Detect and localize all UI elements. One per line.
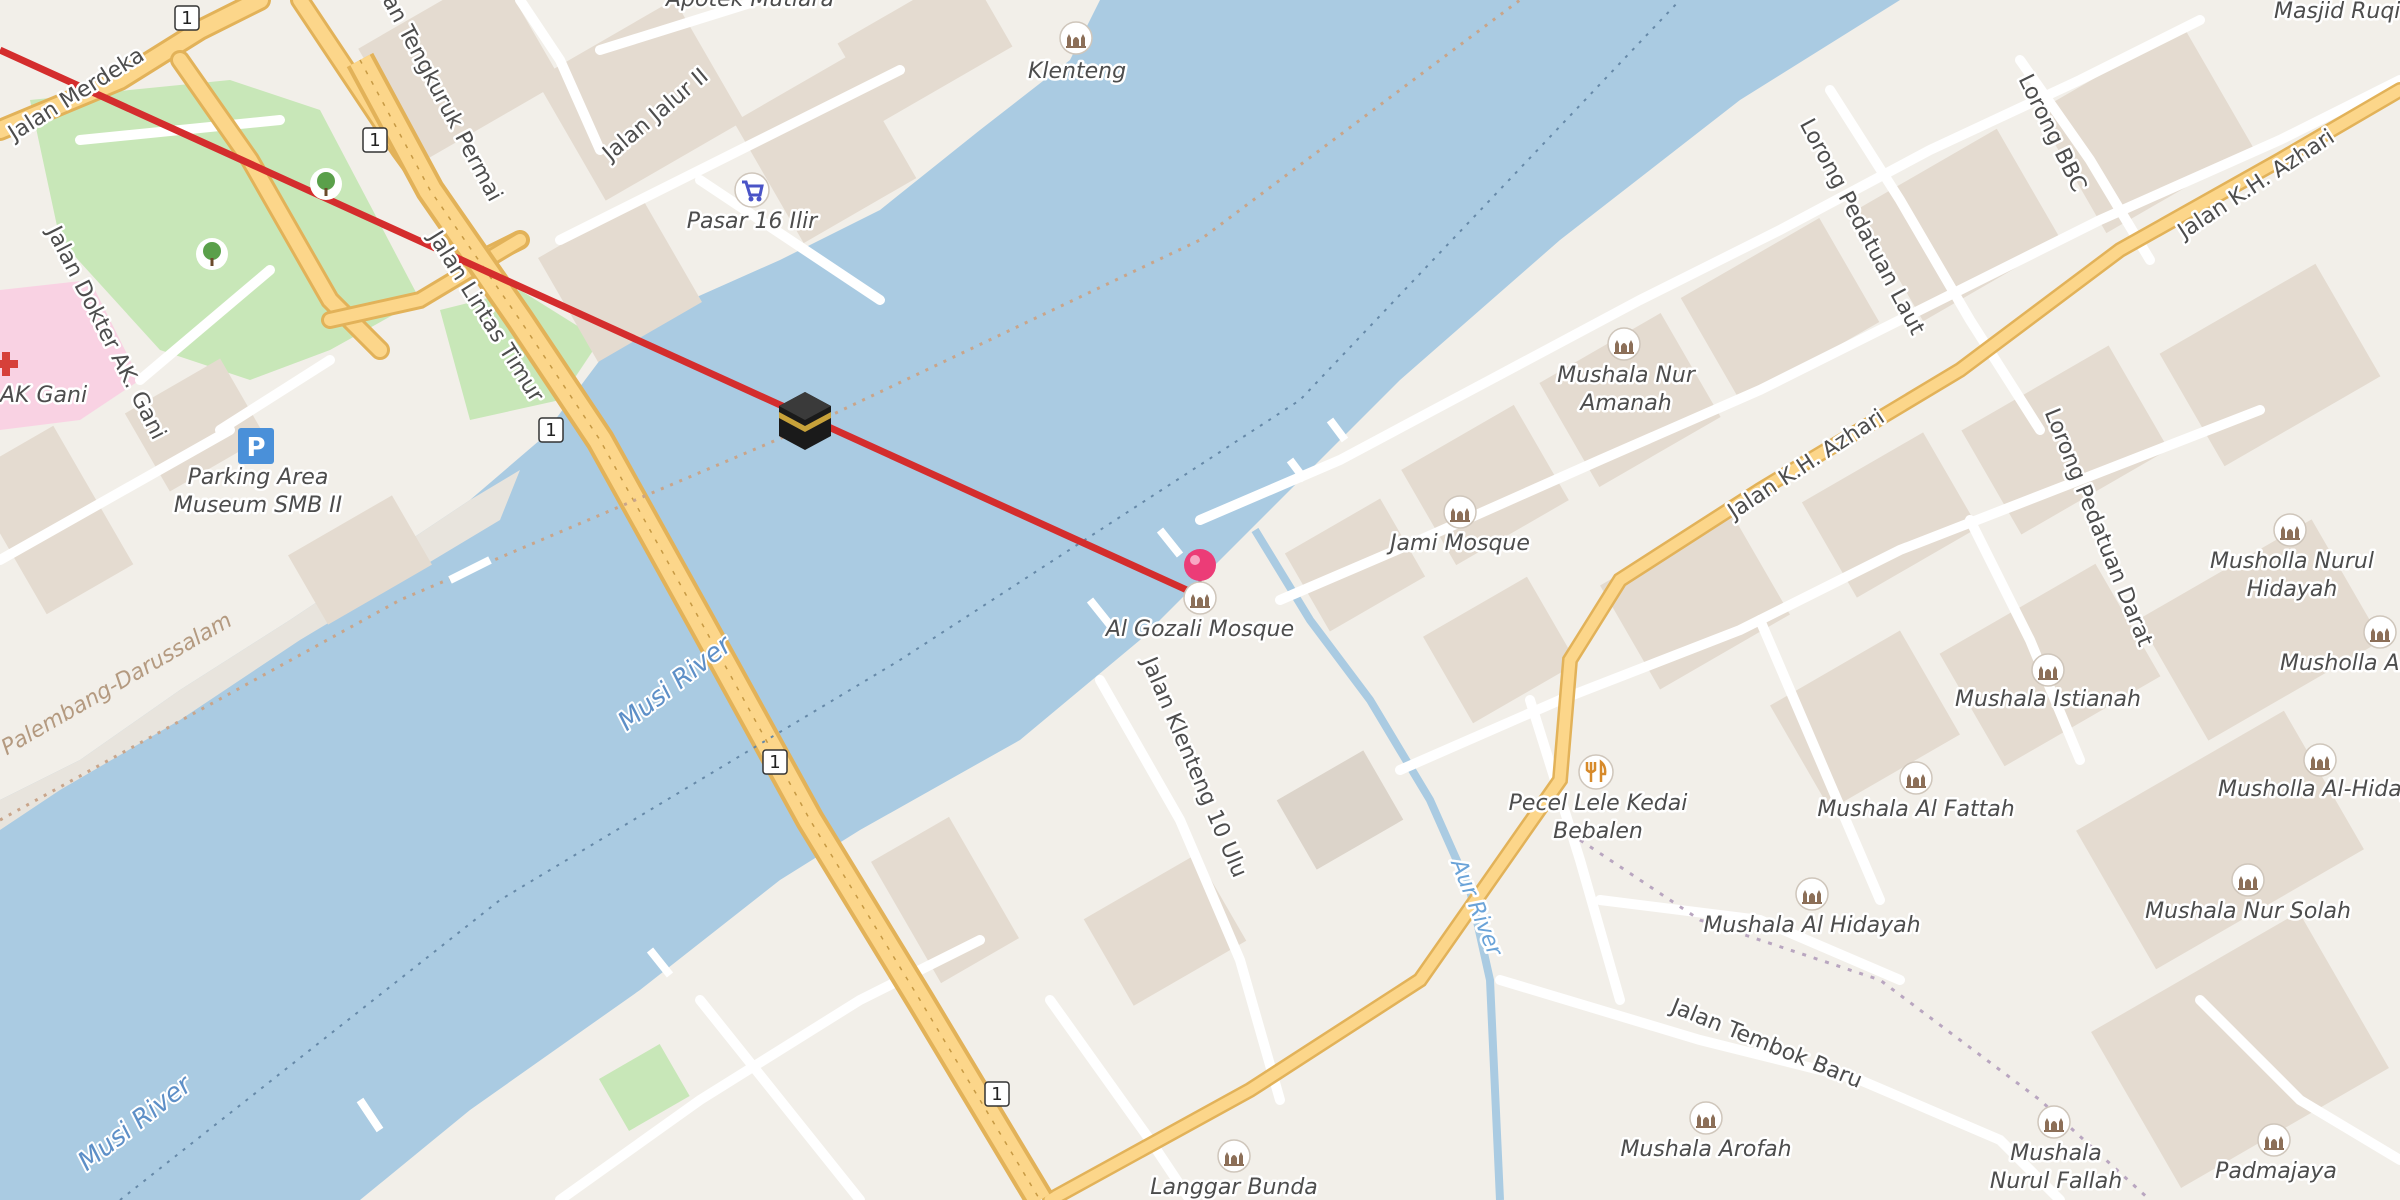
route-shield: 1 [762,749,788,775]
label-mushala-al-fattah: Mushala Al Fattah [1817,797,2014,822]
mosque-icon[interactable] [1689,1101,1723,1135]
label-musholla-al: Musholla Al [2280,651,2400,676]
route-shield: 1 [984,1081,1010,1107]
label-jami-mosque: Jami Mosque [1386,531,1530,556]
mosque-icon[interactable] [1059,21,1093,55]
mosque-icon[interactable] [2363,615,2397,649]
label-pasar-16-ilir: Pasar 16 Ilir [687,209,819,234]
route-shield: 1 [362,127,388,153]
label-klenteng: Klenteng [1028,59,1126,84]
mosque-icon[interactable] [1607,327,1641,361]
mosque-icon[interactable] [2273,513,2307,547]
mosque-icon[interactable] [1795,877,1829,911]
mosque-icon[interactable] [1217,1139,1251,1173]
svg-text:P: P [246,433,265,463]
route-shield: 1 [174,5,200,31]
svg-text:1: 1 [369,130,380,151]
restaurant-icon[interactable] [1578,754,1614,790]
mosque-icon[interactable] [1899,761,1933,795]
mosque-icon[interactable] [2303,743,2337,777]
label-mushala-arofah: Mushala Arofah [1620,1137,1791,1162]
parking-icon[interactable]: P [238,428,274,464]
svg-text:1: 1 [769,752,780,773]
mosque-icon[interactable] [2031,653,2065,687]
svg-text:1: 1 [991,1084,1002,1105]
route-shield: 1 [538,417,564,443]
svg-text:1: 1 [545,420,556,441]
label-masjid-ruqi: Masjid Ruqi [2274,0,2400,24]
map-canvas[interactable]: P 1 1 1 1 1 Klenteng Pasar 16 Ilir AK Ga… [0,0,2400,1200]
label-mushala-al-hidayah: Mushala Al Hidayah [1703,913,1920,938]
svg-text:1: 1 [181,8,192,29]
mosque-icon[interactable] [2231,863,2265,897]
label-mushala-nur-solah: Mushala Nur Solah [2145,899,2351,924]
tree-icon [310,168,342,200]
label-apotek: Apotek Mutiara [664,0,834,12]
shopping-cart-icon[interactable] [734,172,770,208]
label-mushala-istianah: Mushala Istianah [1955,687,2141,712]
label-al-gozali-mosque: Al Gozali Mosque [1104,617,1294,642]
mosque-icon[interactable] [2037,1105,2071,1139]
mosque-icon[interactable] [1443,495,1477,529]
mosque-icon[interactable] [1183,581,1217,615]
label-musholla-al-hiday: Musholla Al-Hiday [2218,777,2400,802]
label-langgar-bunda: Langgar Bunda [1150,1175,1318,1200]
tree-icon [196,238,228,270]
label-hospital: AK Gani [0,383,87,408]
mosque-icon[interactable] [2257,1123,2291,1157]
label-padmajaya: Padmajaya [2215,1159,2337,1184]
